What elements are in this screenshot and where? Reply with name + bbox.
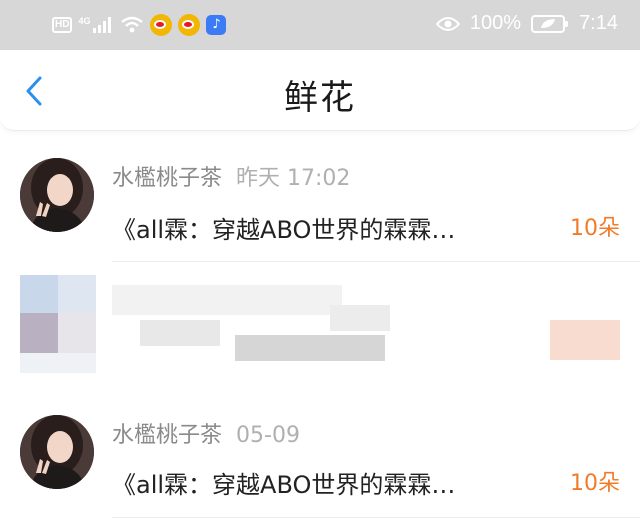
flower-count: 10朵 bbox=[570, 216, 620, 241]
eye-icon bbox=[435, 16, 460, 31]
status-time: 7:14 bbox=[579, 12, 618, 34]
avatar-image bbox=[20, 158, 94, 232]
battery-percent: 100% bbox=[469, 12, 522, 34]
flower-count: 10朵 bbox=[570, 471, 620, 496]
timestamp: 05-09 bbox=[236, 423, 300, 448]
avatar[interactable] bbox=[20, 158, 94, 232]
item-meta: 水檻桃子茶 05-09 bbox=[112, 417, 300, 449]
item-title[interactable]: 《all霖：穿越ABO世界的霖霖… bbox=[112, 210, 558, 245]
divider bbox=[112, 517, 640, 518]
divider bbox=[112, 261, 640, 262]
item-title[interactable]: 《all霖：穿越ABO世界的霖霖… bbox=[112, 465, 558, 500]
status-bar: HD 4G ♪ 100% 7:14 bbox=[0, 0, 640, 50]
user-name[interactable]: 水檻桃子茶 bbox=[112, 166, 222, 191]
weibo-icon bbox=[178, 14, 201, 36]
timestamp: 昨天 17:02 bbox=[236, 166, 351, 191]
user-name[interactable]: 水檻桃子茶 bbox=[112, 423, 222, 448]
hd-icon: HD bbox=[52, 17, 73, 33]
status-right: 100% 7:14 bbox=[435, 12, 618, 35]
status-left: HD 4G ♪ bbox=[52, 14, 227, 36]
wifi-icon bbox=[121, 16, 144, 33]
blurred-list-item bbox=[0, 265, 640, 380]
weibo-icon bbox=[150, 14, 173, 36]
music-app-icon: ♪ bbox=[206, 15, 227, 35]
list-item[interactable]: 水檻桃子茶 昨天 17:02 《all霖：穿越ABO世界的霖霖… 10朵 bbox=[0, 130, 640, 262]
list-item[interactable]: 水檻桃子茶 05-09 《all霖：穿越ABO世界的霖霖… 10朵 bbox=[0, 385, 640, 522]
battery-icon bbox=[531, 14, 569, 33]
item-meta: 水檻桃子茶 昨天 17:02 bbox=[112, 160, 350, 192]
signal-icon bbox=[93, 17, 112, 33]
network-type: 4G bbox=[78, 16, 91, 26]
nav-header: 鲜花 bbox=[0, 50, 640, 131]
avatar-image bbox=[20, 415, 94, 489]
avatar[interactable] bbox=[20, 415, 94, 489]
page-title: 鲜花 bbox=[284, 78, 356, 118]
